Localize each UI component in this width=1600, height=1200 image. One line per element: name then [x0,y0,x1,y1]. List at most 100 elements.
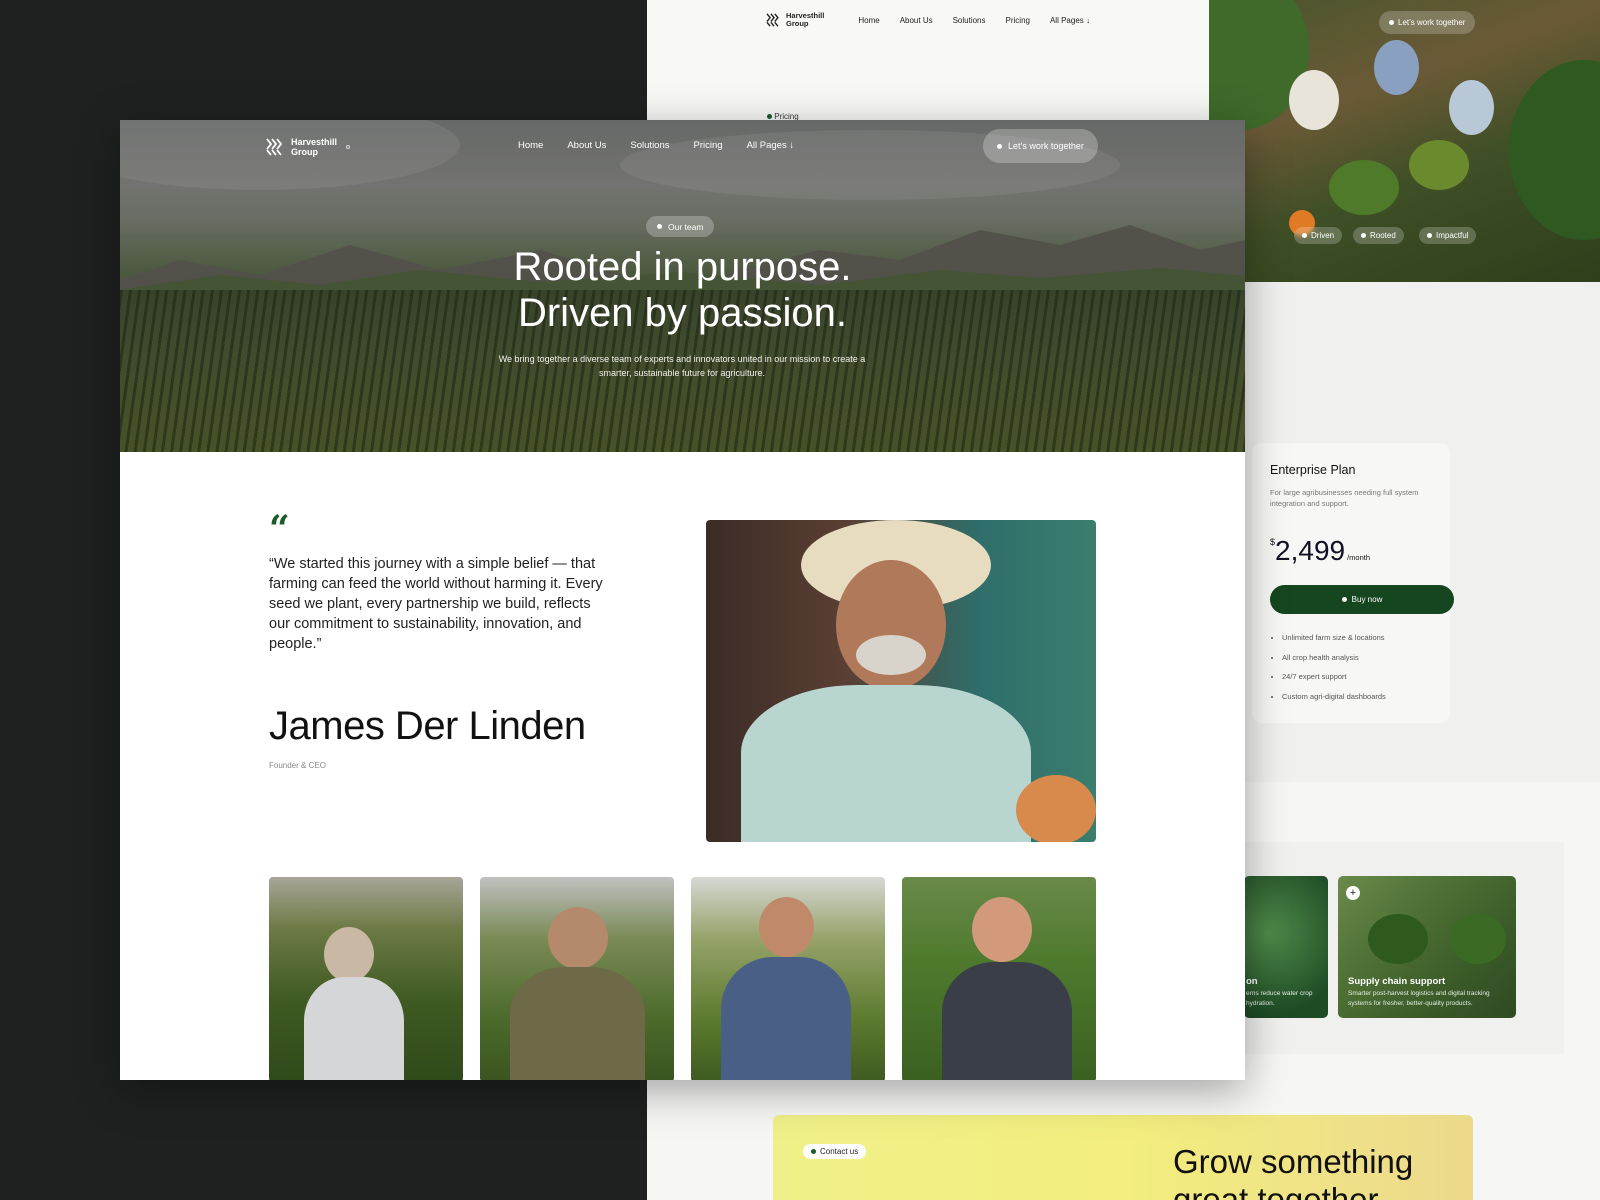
photo-person [548,907,608,969]
plan-description: For large agribusinesses needing full sy… [1270,488,1419,508]
tag-rooted: Rooted [1353,227,1404,244]
arrow-down-icon: ↓ [789,140,795,151]
solution-card-supply-chain[interactable]: + Supply chain support Smarter post-harv… [1338,876,1516,1018]
back-nav-home[interactable]: Home [858,16,879,25]
nav-all-pages-label: All Pages [746,140,787,151]
team-member-photo[interactable] [480,877,674,1080]
leaf-icon [1387,18,1396,27]
hero-title-line2: Driven by passion. [517,291,848,335]
solution-title: on [1246,976,1258,987]
photo-shirt [741,685,1031,842]
contact-cta-banner: Contact us Grow something great together [773,1115,1473,1200]
lets-work-tag-label: Let’s work together [1398,18,1466,27]
logo-dot-icon [346,145,351,149]
back-nav-all-pages[interactable]: All Pages ↓ [1050,16,1090,25]
photo-person [759,897,814,957]
photo-tree [1450,914,1506,964]
logo-line1: Harvesthill [291,137,338,147]
photo-beard [856,635,926,675]
tag-driven-label: Driven [1311,231,1335,240]
leaf-icon [1425,231,1434,240]
photo-plant [1329,160,1399,215]
leaf-icon [765,112,774,121]
buy-now-label: Buy now [1351,595,1383,604]
plan-feature: All crop health analysis [1282,648,1432,668]
nav-about[interactable]: About Us [567,140,606,151]
photo-person [324,927,374,982]
plan-feature: 24/7 expert support [1282,667,1432,687]
team-member-photo[interactable] [269,877,463,1080]
nav-all-pages[interactable]: All Pages ↓ [747,140,795,151]
photo-person [1289,70,1339,130]
leaf-icon [1300,231,1309,240]
plan-title: Enterprise Plan [1270,463,1356,477]
photo-plant [1409,140,1469,190]
solution-card-water[interactable]: on erns reduce water crop hydration. [1244,876,1328,1018]
photo-person [1374,40,1419,95]
plan-price: $ 2,499 /month [1270,535,1432,567]
founder-quote: “We started this journey with a simple b… [269,556,603,652]
leaf-icon [996,142,1004,150]
brand-logo[interactable]: Harvesthill Group [266,137,351,157]
contact-title-line2: great together [1173,1181,1379,1200]
leaf-icon [1359,231,1368,240]
photo-tree [1368,914,1428,964]
plan-feature: Unlimited farm size & locations [1282,628,1432,648]
lets-work-together-button[interactable]: Let’s work together [983,129,1098,163]
back-nav-all-pages-label: All Pages [1049,15,1084,25]
founder-name: James Der Linden [269,704,586,748]
back-logo-line2: Group [785,19,809,28]
quote-icon: “ [269,508,290,550]
logo-line2: Group [291,147,318,157]
photo-person [510,967,645,1080]
team-page-window: Harvesthill Group Home About Us Solutions… [120,120,1245,1080]
tag-driven: Driven [1294,227,1343,244]
back-nav-about[interactable]: About Us [900,16,933,25]
lets-work-tag[interactable]: Let’s work together [1379,11,1476,34]
photo-person [721,957,851,1080]
back-nav-solutions[interactable]: Solutions [953,16,986,25]
photo-person [1449,80,1494,135]
hero-title: Rooted in purpose. Driven by passion. [120,244,1245,336]
contact-pill[interactable]: Contact us [803,1144,867,1159]
plus-icon[interactable]: + [1346,886,1360,900]
back-logo[interactable]: Harvesthill Group [766,12,824,28]
main-nav: Harvesthill Group Home About Us Solutions… [120,120,1245,180]
our-team-pill: Our team [646,216,715,237]
nav-home[interactable]: Home [518,140,543,151]
arrow-down-icon: ↓ [1086,15,1090,25]
team-member-photo[interactable] [691,877,885,1080]
tag-rooted-label: Rooted [1370,231,1396,240]
leaf-icon [1340,595,1348,604]
photo-person [304,977,404,1080]
photo-foliage [1509,60,1600,240]
solution-title: Supply chain support [1348,976,1446,987]
photo-fruit [1016,775,1096,842]
solution-desc: Smarter post-harvest logistics and digit… [1348,990,1490,1007]
hero-subtitle: We bring together a diverse team of expe… [498,354,866,378]
logo-icon [766,13,779,27]
buy-now-button[interactable]: Buy now [1270,585,1454,614]
nav-solutions[interactable]: Solutions [630,140,669,151]
leaf-icon [809,1147,818,1156]
logo-icon [266,138,283,156]
plan-amount: 2,499 [1275,535,1346,566]
nav-pricing[interactable]: Pricing [694,140,723,151]
team-member-photo[interactable] [902,877,1096,1080]
solution-desc: erns reduce water crop hydration. [1246,990,1313,1007]
plan-features: Unlimited farm size & locations All crop… [1282,628,1432,706]
contact-title-line1: Grow something [1173,1143,1414,1180]
plan-feature: Custom agri-digital dashboards [1282,687,1432,707]
hero-section: Harvesthill Group Home About Us Solutions… [120,120,1245,452]
leaf-icon [655,222,664,231]
back-page-header: Harvesthill Group Home About Us Solutions… [647,0,1209,130]
tag-impactful-label: Impactful [1436,231,1469,240]
lets-work-together-label: Let’s work together [1008,141,1084,151]
founder-portrait [706,520,1096,842]
our-team-pill-label: Our team [668,221,704,232]
hero-title-line1: Rooted in purpose. [513,245,852,289]
photo-person [972,897,1032,962]
founder-role: Founder & CEO [269,761,326,770]
back-nav-pricing[interactable]: Pricing [1006,16,1030,25]
contact-pill-label: Contact us [820,1147,859,1156]
